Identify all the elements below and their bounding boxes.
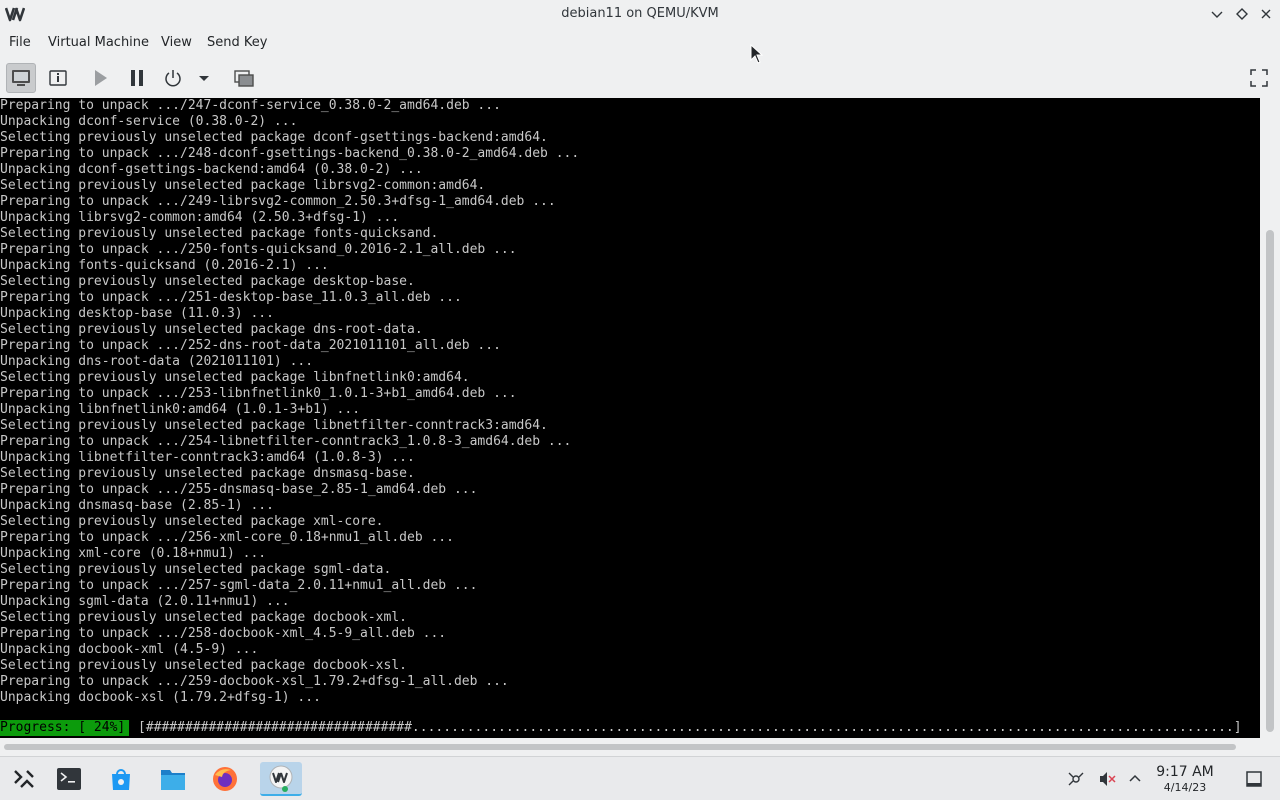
console-line: Selecting previously unselected package … xyxy=(0,466,415,481)
clock-date[interactable]: 4/14/23 xyxy=(1150,781,1220,794)
console-view-button[interactable] xyxy=(6,63,36,93)
minimize-icon[interactable] xyxy=(1208,5,1226,23)
console-line: Unpacking libnetfilter-conntrack3:amd64 … xyxy=(0,450,415,465)
console-line: Preparing to unpack .../254-libnetfilter… xyxy=(0,434,572,449)
console-line: Unpacking libnfnetlink0:amd64 (1.0.1-3+b… xyxy=(0,402,361,417)
menu-send-key[interactable]: Send Key xyxy=(207,35,267,50)
firefox-button[interactable] xyxy=(208,762,242,796)
details-icon xyxy=(49,70,67,86)
console-view-icon xyxy=(12,70,30,86)
taskbar xyxy=(0,756,1280,800)
console-line: Selecting previously unselected package … xyxy=(0,370,470,385)
window-title: debian11 on QEMU/KVM xyxy=(561,6,719,21)
console-line: Unpacking dconf-gsettings-backend:amd64 … xyxy=(0,162,423,177)
mouse-cursor-icon xyxy=(750,44,764,64)
tray-expand-icon[interactable] xyxy=(1125,769,1145,789)
app-launcher-icon xyxy=(14,770,34,788)
title-bar[interactable]: debian11 on QEMU/KVM xyxy=(0,0,1280,29)
console-line: Preparing to unpack .../252-dns-root-dat… xyxy=(0,338,501,353)
console-line: Preparing to unpack .../257-sgml-data_2.… xyxy=(0,578,478,593)
vertical-scrollbar-thumb[interactable] xyxy=(1266,230,1274,732)
chevron-down-icon xyxy=(199,76,209,81)
console-line: Preparing to unpack .../259-docbook-xsl_… xyxy=(0,674,509,689)
menu-bar: File Virtual Machine View Send Key xyxy=(0,29,1280,57)
console-line: Unpacking dnsmasq-base (2.85-1) ... xyxy=(0,498,274,513)
console-line: Selecting previously unselected package … xyxy=(0,514,384,529)
menu-view[interactable]: View xyxy=(161,35,192,50)
console-line: Unpacking dconf-service (0.38.0-2) ... xyxy=(0,114,298,129)
vm-console[interactable]: Preparing to unpack .../247-dconf-servic… xyxy=(0,98,1260,738)
console-line: Unpacking xml-core (0.18+nmu1) ... xyxy=(0,546,267,561)
console-line: Unpacking sgml-data (2.0.11+nmu1) ... xyxy=(0,594,290,609)
app-launcher-button[interactable] xyxy=(6,762,40,796)
console-line: Preparing to unpack .../253-libnfnetlink… xyxy=(0,386,517,401)
progress-row: Progress: [ 24%] [######################… xyxy=(0,720,1260,736)
console-line: Selecting previously unselected package … xyxy=(0,418,548,433)
network-icon[interactable] xyxy=(1066,769,1086,789)
snapshots-button[interactable] xyxy=(229,63,259,93)
virt-manager-icon xyxy=(269,765,293,792)
discover-store-icon xyxy=(112,769,130,790)
console-line: Selecting previously unselected package … xyxy=(0,178,486,193)
console-line: Preparing to unpack .../258-docbook-xml_… xyxy=(0,626,447,641)
console-line: Preparing to unpack .../247-dconf-servic… xyxy=(0,98,501,113)
discover-store-button[interactable] xyxy=(104,762,138,796)
details-button[interactable] xyxy=(43,63,73,93)
console-output: Preparing to unpack .../247-dconf-servic… xyxy=(0,98,579,706)
file-manager-icon xyxy=(161,770,185,790)
console-line: Unpacking fonts-quicksand (0.2016-2.1) .… xyxy=(0,258,329,273)
console-line: Unpacking docbook-xsl (1.79.2+dfsg-1) ..… xyxy=(0,690,321,705)
console-line: Preparing to unpack .../255-dnsmasq-base… xyxy=(0,482,478,497)
console-line: Selecting previously unselected package … xyxy=(0,562,392,577)
shutdown-button[interactable] xyxy=(158,63,188,93)
horizontal-scrollbar-thumb[interactable] xyxy=(4,744,1236,750)
console-line: Preparing to unpack .../248-dconf-gsetti… xyxy=(0,146,580,161)
virt-manager-button[interactable] xyxy=(260,762,302,796)
console-line: Unpacking dns-root-data (2021011101) ... xyxy=(0,354,314,369)
console-line: Selecting previously unselected package … xyxy=(0,130,548,145)
shutdown-icon xyxy=(165,70,181,87)
pause-button[interactable] xyxy=(122,63,152,93)
volume-muted-icon[interactable] xyxy=(1097,769,1117,789)
pause-icon xyxy=(131,70,143,86)
console-line: Unpacking docbook-xml (4.5-9) ... xyxy=(0,642,259,657)
clock-time[interactable]: 9:17 AM xyxy=(1150,764,1220,780)
console-line: Preparing to unpack .../250-fonts-quicks… xyxy=(0,242,517,257)
progress-label: Progress: [ 24%] xyxy=(0,720,130,736)
firefox-icon xyxy=(213,767,237,791)
file-manager-button[interactable] xyxy=(156,762,190,796)
console-line: Selecting previously unselected package … xyxy=(0,274,415,289)
menu-file[interactable]: File xyxy=(9,35,31,50)
console-line: Selecting previously unselected package … xyxy=(0,610,407,625)
console-line: Preparing to unpack .../251-desktop-base… xyxy=(0,290,462,305)
shutdown-menu-button[interactable] xyxy=(190,63,218,93)
console-line: Unpacking desktop-base (11.0.3) ... xyxy=(0,306,274,321)
console-line: Unpacking librsvg2-common:amd64 (2.50.3+… xyxy=(0,210,400,225)
console-line: Preparing to unpack .../256-xml-core_0.1… xyxy=(0,530,454,545)
fullscreen-button[interactable] xyxy=(1244,63,1274,93)
console-line: Selecting previously unselected package … xyxy=(0,658,407,673)
console-line: Preparing to unpack .../249-librsvg2-com… xyxy=(0,194,556,209)
toolbar xyxy=(0,58,1280,98)
progress-bar: [##################################.....… xyxy=(138,720,1242,735)
terminal-icon xyxy=(57,768,81,790)
maximize-icon[interactable] xyxy=(1233,5,1251,23)
run-icon xyxy=(95,70,107,86)
run-button[interactable] xyxy=(85,63,115,93)
terminal-button[interactable] xyxy=(52,762,86,796)
menu-virtual-machine[interactable]: Virtual Machine xyxy=(48,35,149,50)
console-line: Selecting previously unselected package … xyxy=(0,322,423,337)
console-line: Selecting previously unselected package … xyxy=(0,226,439,241)
show-desktop-icon[interactable] xyxy=(1244,769,1264,789)
fullscreen-icon xyxy=(1250,69,1268,87)
snapshots-icon xyxy=(234,70,254,87)
close-icon[interactable] xyxy=(1257,5,1275,23)
